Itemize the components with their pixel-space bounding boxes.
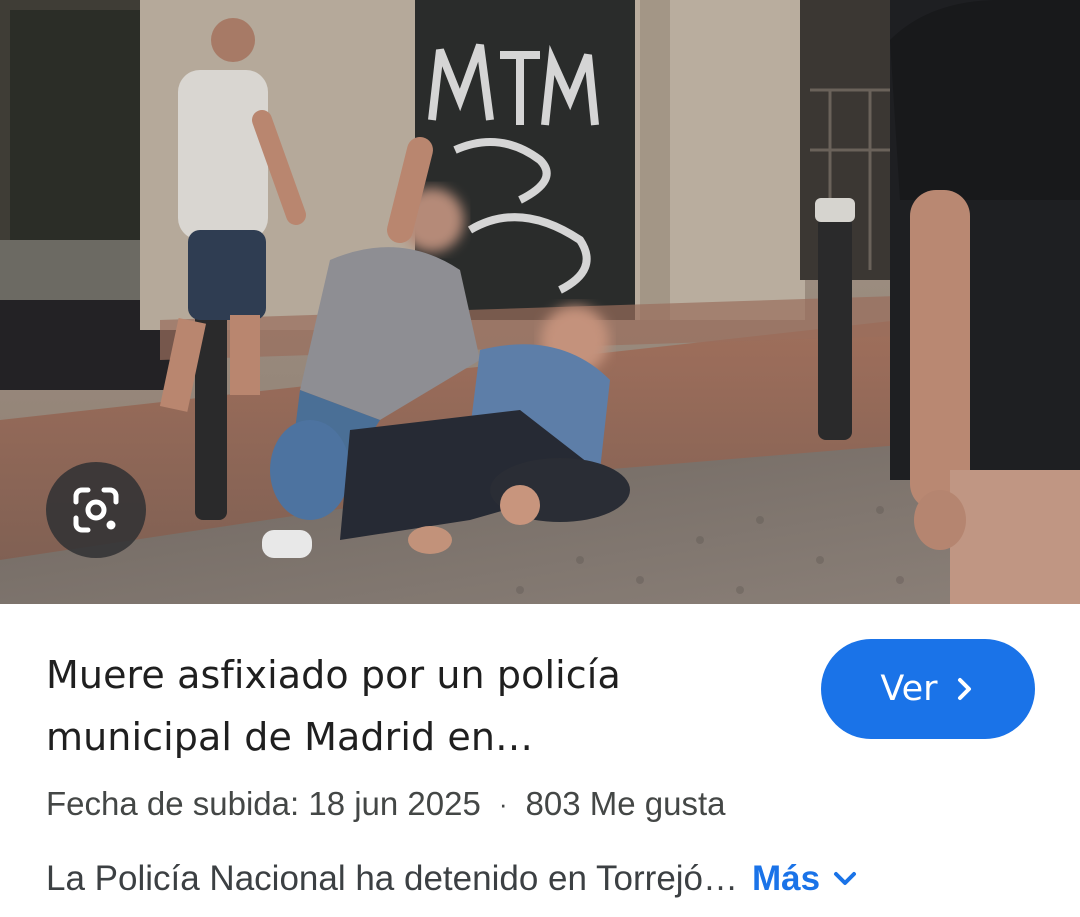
street-scene-photo [0,0,1080,604]
result-description-row: La Policía Nacional ha detenido en Torre… [46,857,1046,901]
google-lens-button[interactable] [46,462,146,558]
chevron-right-icon [957,678,971,700]
chevron-down-icon [834,872,857,885]
meta-separator: · [498,788,508,819]
google-lens-icon [73,487,119,533]
upload-date: Fecha de subida: 18 jun 2025 [46,785,481,822]
more-button[interactable]: Más [752,859,858,899]
result-description: La Policía Nacional ha detenido en Torre… [46,859,739,898]
result-info: Muere asfixiado por un policía municipal… [0,604,1080,917]
view-button-label: Ver [880,669,938,709]
result-title-line-1: Muere asfixiado por un policía [46,653,621,697]
result-title-line-2: municipal de Madrid en… [46,715,534,759]
result-image[interactable] [0,0,1080,604]
search-result-card: Muere asfixiado por un policía municipal… [0,0,1080,917]
view-button[interactable]: Ver [821,639,1035,739]
result-title[interactable]: Muere asfixiado por un policía municipal… [46,644,786,768]
like-count: 803 Me gusta [525,785,726,822]
more-label: Más [752,859,821,898]
result-metadata: Fecha de subida: 18 jun 2025 · 803 Me gu… [46,782,725,826]
